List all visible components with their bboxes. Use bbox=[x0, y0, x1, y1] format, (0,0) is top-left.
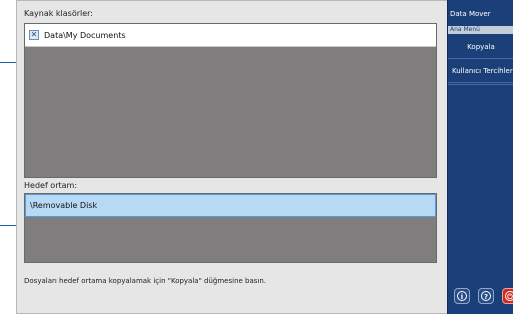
instruction-text: Dosyaları hedef ortama kopyalamak için "… bbox=[24, 277, 267, 285]
remove-x-icon[interactable]: ✕ bbox=[29, 30, 39, 40]
info-button[interactable]: i bbox=[454, 288, 470, 304]
exit-button[interactable]: ⏻ bbox=[502, 288, 513, 304]
callout-line-source bbox=[0, 62, 16, 63]
list-item[interactable]: \Removable Disk bbox=[25, 194, 436, 217]
user-preferences-button[interactable]: Kullanıcı Tercihleri bbox=[448, 60, 513, 83]
right-panel: Data Mover Ana Menü Kopyala Kullanıcı Te… bbox=[447, 0, 513, 314]
target-media-label: Hedef ortam: bbox=[24, 181, 78, 190]
app-title: Data Mover bbox=[450, 10, 491, 18]
info-icon: i bbox=[457, 291, 467, 301]
source-folders-label: Kaynak klasörler: bbox=[24, 9, 93, 18]
copy-button[interactable]: Kopyala bbox=[448, 36, 513, 59]
callout-line-target bbox=[0, 225, 16, 226]
menu-breadcrumb: Ana Menü bbox=[448, 26, 513, 34]
help-button[interactable]: ? bbox=[478, 288, 494, 304]
help-icon: ? bbox=[481, 291, 491, 301]
list-item-label: \Removable Disk bbox=[30, 201, 98, 210]
source-folders-list[interactable]: ✕ Data\My Documents bbox=[24, 23, 437, 178]
target-media-list[interactable]: \Removable Disk bbox=[24, 193, 437, 263]
exit-icon: ⏻ bbox=[505, 291, 513, 301]
empty-menu-slot bbox=[448, 84, 513, 85]
list-item[interactable]: ✕ Data\My Documents bbox=[25, 24, 436, 47]
list-item-label: Data\My Documents bbox=[44, 30, 126, 40]
data-mover-main: Kaynak klasörler: ✕ Data\My Documents He… bbox=[16, 0, 513, 314]
